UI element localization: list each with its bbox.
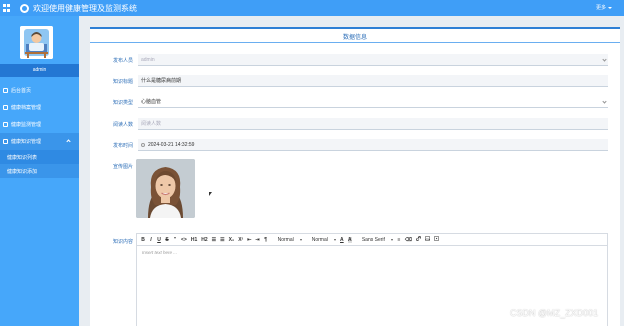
top-bar: 欢迎使用健康管理及监测系统 更多	[0, 0, 624, 16]
mouse-cursor-icon	[209, 192, 212, 196]
chevron-up-icon	[66, 139, 71, 144]
form-row-publisher: 发布人员 admin	[90, 54, 620, 66]
caret-down-icon	[390, 238, 393, 241]
link-button[interactable]	[415, 235, 422, 243]
type-select[interactable]: 心脑血管	[138, 96, 608, 108]
sidebar-nav: 后台首页 健康档案管理 健康监测管理 健康知识管理 健康知识列表 健康知识添加	[0, 82, 79, 178]
publish-time-field[interactable]: 2024-03-21 14:32:59	[138, 139, 608, 151]
user-menu[interactable]: 更多	[596, 4, 612, 11]
caret-down-icon	[333, 238, 336, 241]
read-count-field[interactable]: 阅读人数	[138, 118, 608, 130]
header1-button[interactable]: H1	[191, 237, 197, 243]
promo-image[interactable]	[136, 159, 195, 218]
tag-icon	[3, 122, 8, 127]
avatar	[20, 26, 53, 59]
sidebar-item-label: 后台首页	[11, 88, 32, 94]
ordered-list-button[interactable]: ☰	[212, 237, 216, 243]
italic-button[interactable]: I	[149, 237, 153, 243]
font-select[interactable]: Sans Serif	[362, 237, 393, 243]
field-label: 知识内容	[112, 239, 133, 245]
font-select-label: Sans Serif	[361, 236, 385, 243]
size-select[interactable]: Normal	[278, 237, 302, 243]
data-panel: 数据信息 发布人员 admin 知识标题 什么是糖尿病前期 知识类型 心脑血管 …	[90, 27, 620, 326]
field-label: 阅读人数	[112, 122, 133, 128]
caret-down-icon	[299, 238, 302, 241]
background-color-button[interactable]: A	[347, 236, 352, 243]
sidebar-subitem-knowledge-list[interactable]: 健康知识列表	[0, 150, 79, 164]
field-label: 知识标题	[112, 79, 133, 85]
title-field[interactable]: 什么是糖尿病前期	[138, 75, 608, 87]
subscript-button[interactable]: X₂	[229, 237, 235, 243]
publisher-field[interactable]: admin	[138, 54, 608, 66]
header2-button[interactable]: H2	[201, 237, 207, 243]
user-menu-label: 更多	[595, 5, 606, 11]
outdent-button[interactable]: ⇤	[247, 237, 251, 243]
editor-toolbar: B I U S " <> H1 H2 ☰ ☰ X₂ X² ⇤ ⇥ ¶ Norma…	[137, 234, 607, 246]
document-icon	[3, 139, 8, 144]
app-title: 欢迎使用健康管理及监测系统	[33, 3, 137, 13]
video-button[interactable]	[434, 236, 439, 243]
sidebar-item-label: 健康知识管理	[11, 139, 42, 145]
editor-content-area[interactable]: Insert text here ...	[137, 246, 607, 259]
field-label: 宣传图片	[112, 164, 133, 170]
field-label: 知识类型	[112, 100, 133, 106]
superscript-button[interactable]: X²	[238, 237, 243, 243]
sidebar-item-label: 健康档案管理	[11, 105, 42, 111]
grid-icon	[3, 4, 11, 12]
clean-format-button[interactable]: ⌫	[405, 237, 412, 243]
publish-time-value: 2024-03-21 14:32:59	[148, 142, 195, 148]
avatar-illustration	[20, 26, 53, 59]
align-button[interactable]: ≡	[397, 237, 401, 243]
panel-title: 数据信息	[342, 35, 367, 41]
sidebar-subitem-knowledge-add[interactable]: 健康知识添加	[0, 164, 79, 178]
indent-button[interactable]: ⇥	[255, 237, 259, 243]
field-label: 发布时间	[112, 143, 133, 149]
text-direction-button[interactable]: ¶	[264, 237, 268, 243]
panel-divider	[90, 42, 620, 43]
sidebar-item-label: 健康监测管理	[11, 122, 42, 128]
sidebar-item-home[interactable]: 后台首页	[0, 82, 79, 99]
sidebar-subitem-label: 健康知识添加	[7, 168, 38, 175]
field-label: 发布人员	[112, 58, 133, 64]
watermark: CSDN @MZ_ZXD001	[510, 308, 599, 318]
sidebar: admin 后台首页 健康档案管理 健康监测管理 健康知识管理 健康知识列表 健…	[0, 16, 79, 326]
size-select-label: Normal	[277, 236, 294, 243]
form-row-publish-time: 发布时间 2024-03-21 14:32:59	[90, 139, 620, 151]
form-row-title: 知识标题 什么是糖尿病前期	[90, 75, 620, 87]
header-select-label: Normal	[311, 236, 328, 243]
blockquote-button[interactable]: "	[173, 237, 177, 243]
image-button[interactable]	[425, 236, 430, 243]
sidebar-item-health-records[interactable]: 健康档案管理	[0, 99, 79, 116]
video-icon	[434, 236, 439, 241]
caret-down-icon	[608, 6, 612, 9]
sidebar-subitem-label: 健康知识列表	[7, 154, 38, 161]
sidebar-user-name: admin	[0, 64, 79, 77]
logo-icon	[20, 3, 29, 13]
bold-button[interactable]: B	[141, 237, 145, 243]
form-row-read-count: 阅读人数 阅读人数	[90, 118, 620, 130]
menu-toggle-button[interactable]	[0, 0, 14, 16]
bullet-list-button[interactable]: ☰	[220, 237, 224, 243]
header-select[interactable]: Normal	[312, 237, 336, 243]
text-color-button[interactable]: A	[340, 237, 344, 243]
clock-icon	[141, 142, 145, 147]
sidebar-item-health-knowledge[interactable]: 健康知识管理	[0, 133, 79, 150]
code-block-button[interactable]: <>	[181, 237, 187, 243]
home-icon	[3, 88, 8, 93]
sidebar-item-health-monitoring[interactable]: 健康监测管理	[0, 116, 79, 133]
portrait-image	[136, 159, 195, 218]
bookmark-icon	[3, 105, 8, 110]
strike-button[interactable]: S	[165, 237, 169, 243]
image-icon	[425, 236, 430, 241]
link-icon	[415, 235, 422, 242]
underline-button[interactable]: U	[157, 237, 161, 243]
form-row-type: 知识类型 心脑血管	[90, 96, 620, 108]
